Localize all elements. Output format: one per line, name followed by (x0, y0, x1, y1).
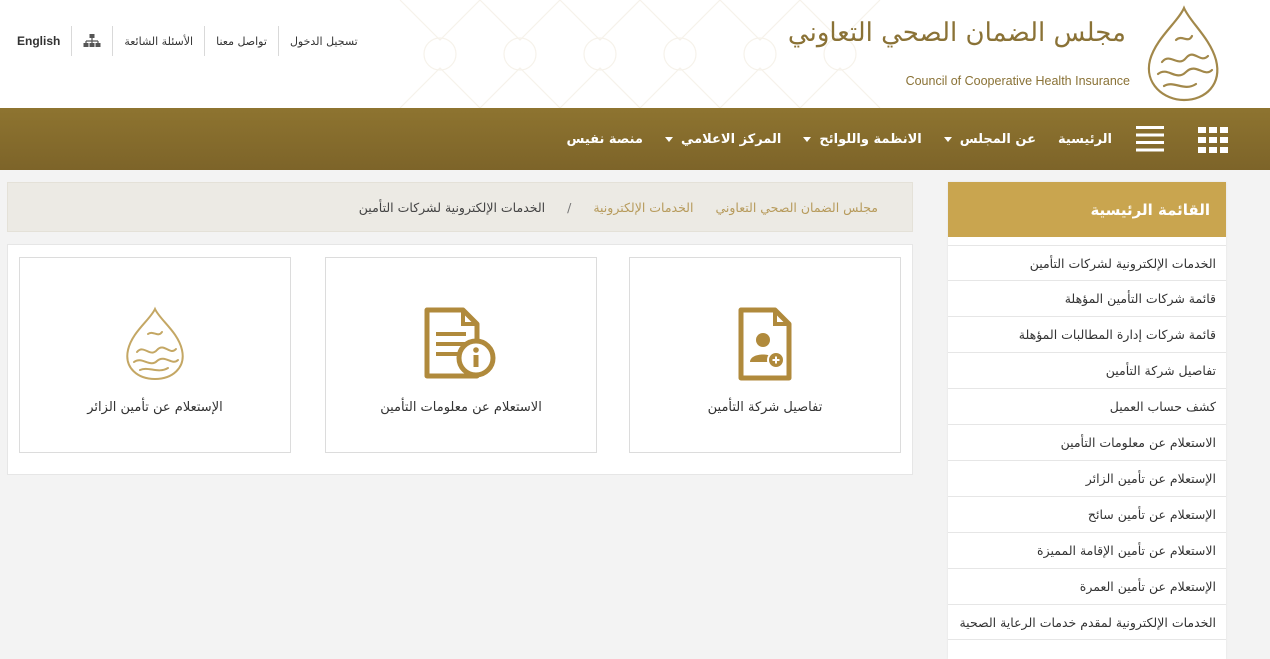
sidebar-item-provider-eservices[interactable]: الخدمات الإلكترونية لمقدم خدمات الرعاية … (948, 605, 1226, 640)
sidebar-item-umrah-insurance[interactable]: الإستعلام عن تأمين العمرة (948, 569, 1226, 605)
chevron-down-icon (803, 136, 812, 142)
nav-item-label: منصة نفيس (566, 131, 643, 147)
sidebar-item-visitor-insurance[interactable]: الإستعلام عن تأمين الزائر (948, 461, 1226, 497)
nav-item-label: الرئيسية (1057, 131, 1112, 147)
sidebar-item-customer-statement[interactable]: كشف حساب العميل (948, 389, 1226, 425)
main-navbar: الرئيسية عن المجلس الانظمة واللوائح المر… (0, 108, 1270, 170)
service-card-label: تفاصيل شركة التأمين (707, 400, 823, 415)
faq-link[interactable]: الأسئلة الشائعة (113, 26, 206, 56)
nav-item-regulations[interactable]: الانظمة واللوائح (803, 131, 922, 147)
breadcrumb-current: الخدمات الإلكترونية لشركات التأمين (358, 199, 546, 215)
document-user-icon (738, 307, 792, 381)
site-header: English الأسئلة الشائعة تواصل معنا تسجيل… (0, 0, 1270, 108)
sitemap-icon (83, 34, 101, 47)
services-cards-panel: تفاصيل شركة التأمين الاستعلام عن معلومات… (7, 244, 913, 475)
chevron-down-icon (664, 136, 673, 142)
service-card-visitor-insurance[interactable]: الإستعلام عن تأمين الزائر (19, 257, 291, 453)
logo-arabic-title: مجلس الضمان الصحي التعاوني (787, 18, 1127, 48)
nav-item-label: عن المجلس (959, 131, 1036, 147)
service-card-insurer-details[interactable]: تفاصيل شركة التأمين (629, 257, 901, 453)
nav-item-media-center[interactable]: المركز الاعلامي (664, 131, 782, 147)
nav-item-nafis-platform[interactable]: منصة نفيس (566, 132, 643, 147)
service-card-insurance-inquiry[interactable]: الاستعلام عن معلومات التأمين (325, 257, 597, 453)
sidebar-item-premium-residency-insurance[interactable]: الاستعلام عن تأمين الإقامة المميزة (948, 533, 1226, 569)
service-card-label: الإستعلام عن تأمين الزائر (87, 400, 223, 415)
language-switch-link[interactable]: English (6, 26, 73, 56)
council-emblem-icon (126, 306, 184, 381)
document-info-icon (424, 307, 496, 379)
top-utility-links: English الأسئلة الشائعة تواصل معنا تسجيل… (6, 26, 369, 56)
nav-item-label: الانظمة واللوائح (819, 131, 922, 147)
hamburger-menu-icon[interactable] (1136, 126, 1164, 152)
header-pattern-decoration (399, 0, 881, 108)
nav-item-about[interactable]: عن المجلس (943, 131, 1036, 147)
nav-menu: الرئيسية عن المجلس الانظمة واللوائح المر… (544, 108, 1112, 170)
breadcrumb-link-home[interactable]: مجلس الضمان الصحي التعاوني (715, 200, 878, 215)
sidebar-title: القائمة الرئيسية (948, 182, 1226, 237)
breadcrumb-separator: / (567, 199, 572, 215)
nav-item-home[interactable]: الرئيسية (1058, 132, 1112, 147)
sidebar-item-insurer-details[interactable]: تفاصيل شركة التأمين (948, 353, 1226, 389)
apps-grid-icon[interactable] (1198, 127, 1228, 153)
contact-us-link[interactable]: تواصل معنا (205, 26, 279, 56)
nav-item-label: المركز الاعلامي (680, 131, 782, 147)
login-link[interactable]: تسجيل الدخول (279, 26, 369, 56)
sidebar-item-qualified-tpas[interactable]: قائمة شركات إدارة المطالبات المؤهلة (948, 317, 1226, 353)
sidebar-item-insurance-inquiry[interactable]: الاستعلام عن معلومات التأمين (948, 425, 1226, 461)
logo-english-title: Council of Cooperative Health Insurance (905, 74, 1130, 88)
main-menu-sidebar: القائمة الرئيسية الخدمات الإلكترونية لشر… (948, 182, 1226, 659)
sitemap-link[interactable] (72, 26, 114, 56)
sidebar-item-tourist-insurance[interactable]: الإستعلام عن تأمين سائح (948, 497, 1226, 533)
breadcrumb-link-eservices[interactable]: الخدمات الإلكترونية (593, 200, 693, 215)
chevron-down-icon (943, 136, 952, 142)
sidebar-item-insurance-eservices[interactable]: الخدمات الإلكترونية لشركات التأمين (948, 245, 1226, 281)
sidebar-item-qualified-insurers[interactable]: قائمة شركات التأمين المؤهلة (948, 281, 1226, 317)
breadcrumb: مجلس الضمان الصحي التعاوني الخدمات الإلك… (7, 182, 913, 232)
service-card-label: الاستعلام عن معلومات التأمين (380, 400, 542, 415)
council-emblem-logo (1147, 5, 1219, 102)
site-logo[interactable]: مجلس الضمان الصحي التعاوني Council of Co… (788, 4, 1230, 104)
